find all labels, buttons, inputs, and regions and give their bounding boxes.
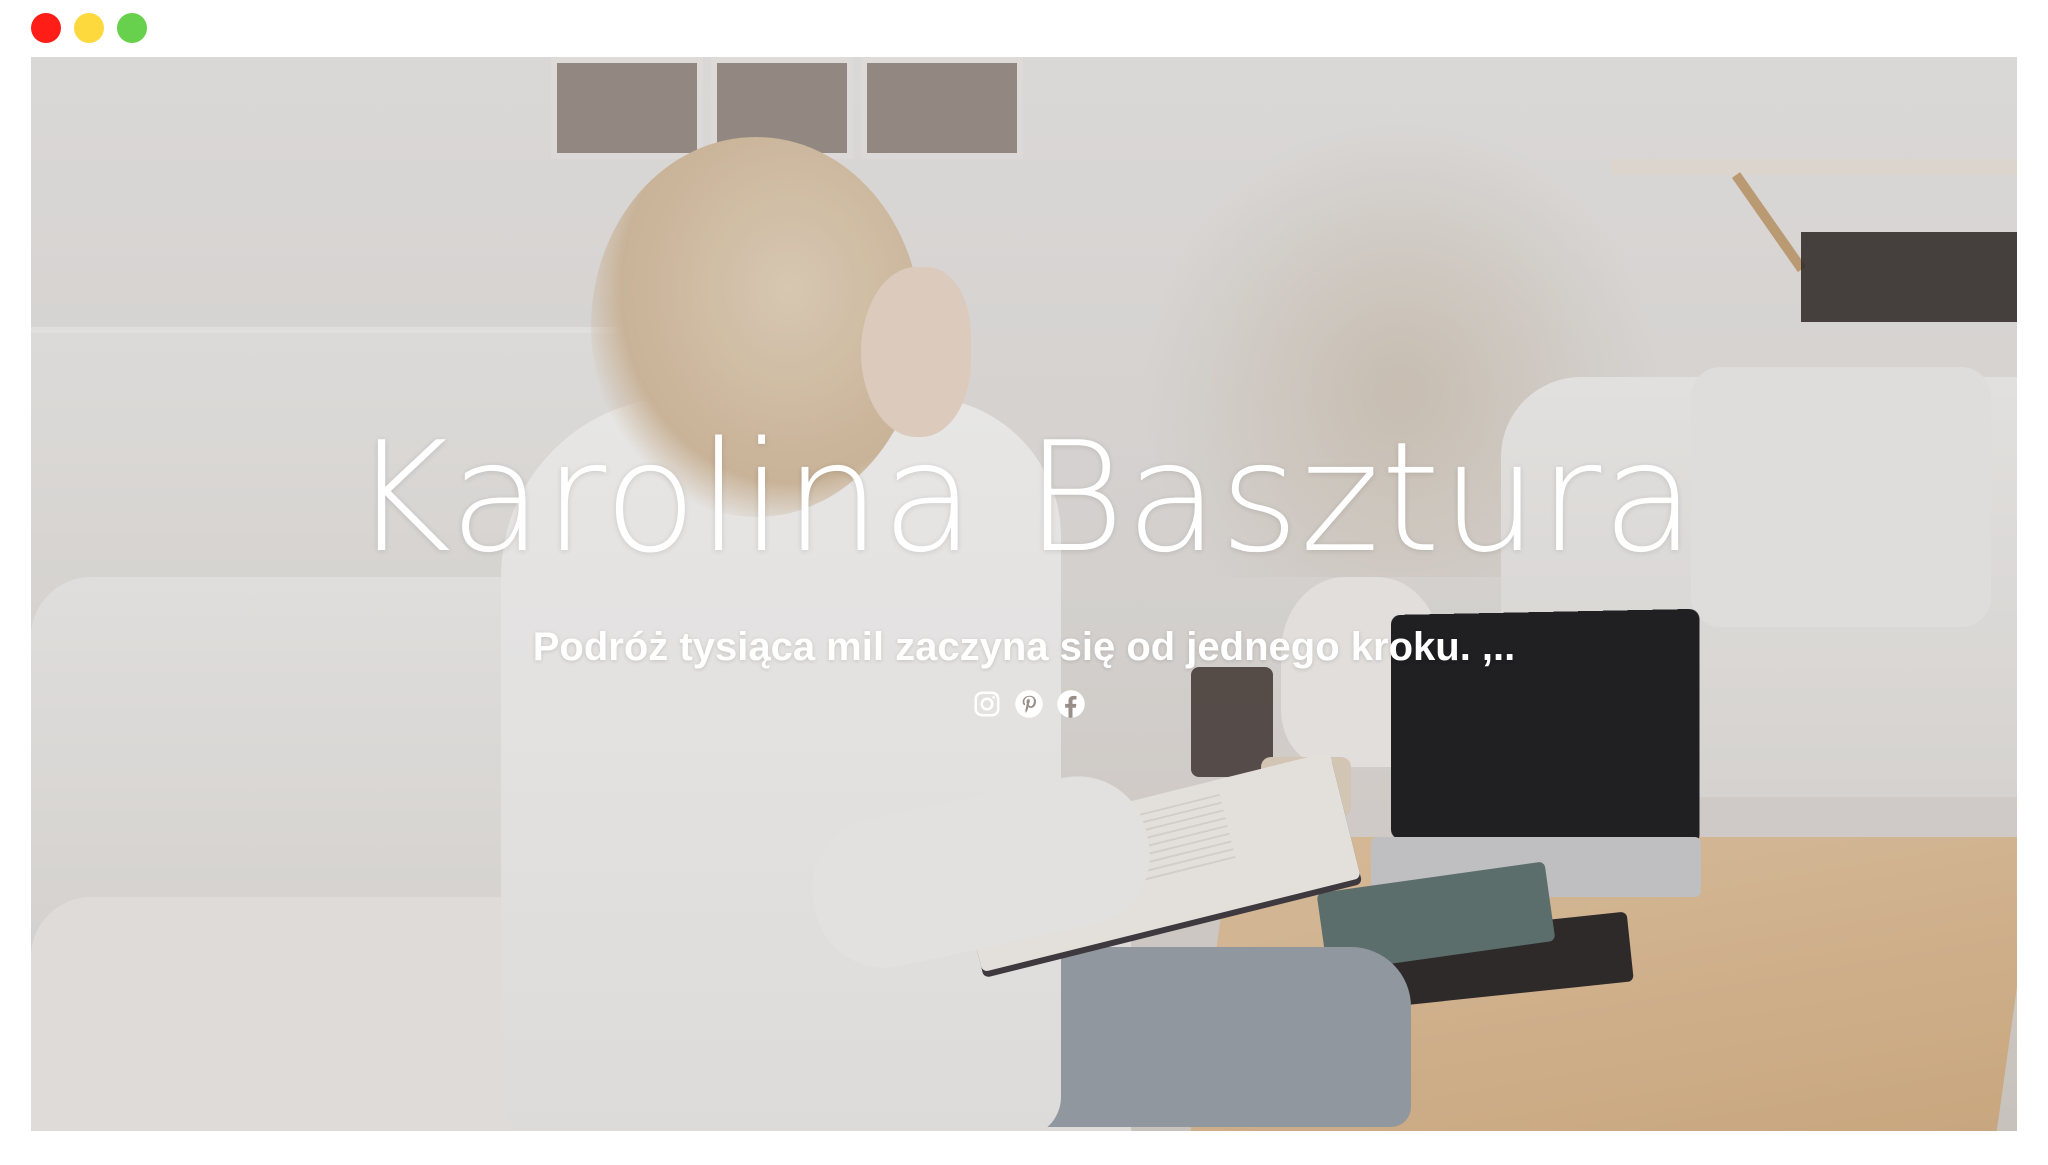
minimize-window-button[interactable] [74,13,104,43]
instagram-link[interactable] [972,689,1002,719]
hero-section: Karolina Basztura Podróż tysiąca mil zac… [31,57,2017,1131]
close-window-button[interactable] [31,13,61,43]
maximize-window-button[interactable] [117,13,147,43]
facebook-link[interactable] [1056,689,1086,719]
window-titlebar [0,0,2048,57]
site-tagline: Podróż tysiąca mil zaczyna się od jedneg… [532,625,1516,669]
pinterest-icon [1015,690,1043,718]
facebook-icon [1057,690,1085,718]
site-title[interactable]: Karolina Basztura [31,422,2017,574]
pinterest-link[interactable] [1014,689,1044,719]
social-links [972,689,1086,721]
instagram-icon [974,691,1000,717]
hero-content: Karolina Basztura Podróż tysiąca mil zac… [31,57,2017,1131]
